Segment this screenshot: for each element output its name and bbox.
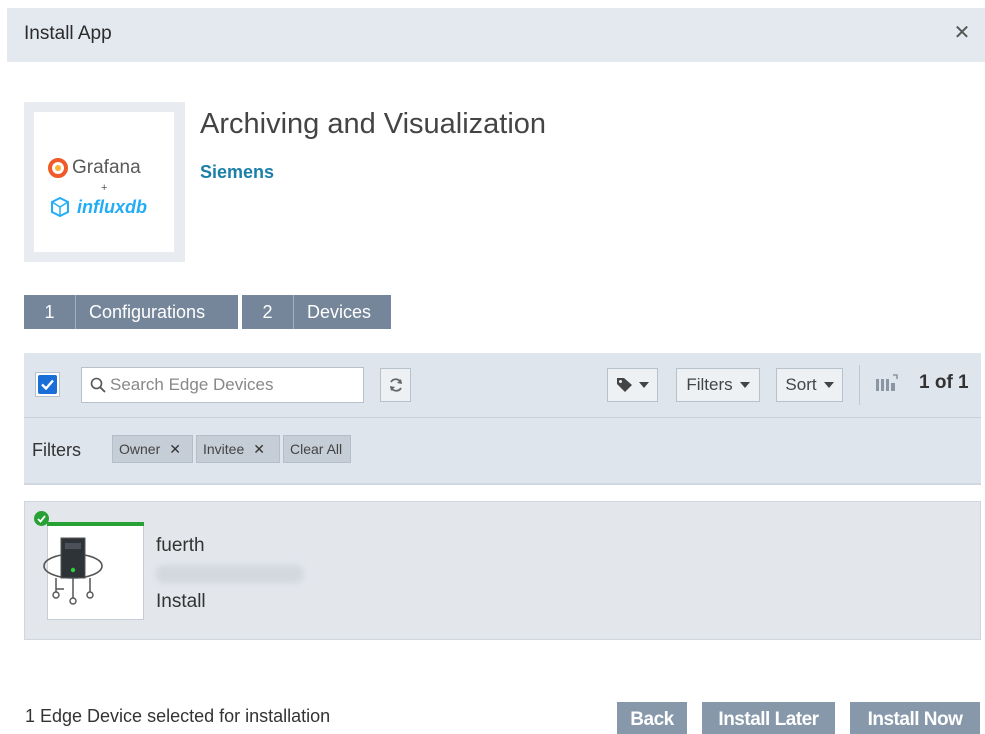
grafana-text: Grafana <box>72 157 141 178</box>
search-input[interactable] <box>110 375 350 395</box>
device-name: fuerth <box>156 535 205 556</box>
filter-chip-owner: Owner ✕ <box>112 435 193 463</box>
refresh-icon <box>389 378 402 392</box>
logo-plus: + <box>101 182 108 194</box>
back-button[interactable]: Back <box>617 702 687 734</box>
device-toolbar: Filters Sort 1 of 1 Filters Owner ✕ Invi… <box>24 353 981 485</box>
dialog-title: Install App <box>24 23 112 44</box>
influxdb-logo: influxdb <box>49 196 147 218</box>
panel-divider <box>24 417 981 418</box>
toolbar-divider <box>859 365 860 405</box>
step-label: Devices <box>307 301 372 322</box>
sort-dropdown[interactable]: Sort <box>776 368 843 402</box>
filters-label: Filters <box>686 375 733 394</box>
app-logo-image: Grafana + influxdb <box>34 112 174 252</box>
step-devices[interactable]: 2 Devices <box>242 295 391 329</box>
search-box <box>81 367 364 403</box>
app-name: Archiving and Visualization <box>200 108 547 140</box>
chevron-down-icon <box>739 382 750 388</box>
device-list-item[interactable]: fuerth Install <box>24 501 981 640</box>
select-all-checkbox[interactable] <box>35 372 60 397</box>
app-logo: Grafana + influxdb <box>24 102 185 262</box>
step-configurations[interactable]: 1 Configurations <box>24 295 238 329</box>
search-icon <box>90 377 106 393</box>
device-icon <box>34 529 112 620</box>
install-now-button[interactable]: Install Now <box>850 702 980 734</box>
install-later-button[interactable]: Install Later <box>702 702 835 734</box>
close-icon[interactable]: ✕ <box>253 441 265 458</box>
chevron-down-icon <box>823 382 834 388</box>
device-action: Install <box>156 591 206 612</box>
chevron-down-icon <box>639 382 649 388</box>
influxdb-text: influxdb <box>77 196 147 217</box>
influxdb-icon <box>51 196 69 218</box>
tag-icon <box>617 378 632 392</box>
filters-dropdown[interactable]: Filters <box>676 368 760 402</box>
status-bar <box>47 522 144 526</box>
clear-all-filters-button[interactable]: Clear All <box>283 435 351 463</box>
step-label: Configurations <box>89 301 206 322</box>
page-count: 1 of 1 <box>919 372 969 393</box>
grafana-logo: Grafana <box>47 157 141 179</box>
app-vendor-link[interactable]: Siemens <box>200 162 274 183</box>
selection-summary: 1 Edge Device selected for installation <box>25 706 331 726</box>
status-check-icon <box>34 511 49 526</box>
close-icon[interactable]: ✕ <box>952 22 972 44</box>
step-number: 2 <box>242 295 294 329</box>
close-icon[interactable]: ✕ <box>169 441 181 458</box>
sort-label: Sort <box>785 375 817 394</box>
filter-chip-invitee: Invitee ✕ <box>196 435 280 463</box>
checkmark-icon <box>38 375 57 394</box>
dialog-header: Install App ✕ <box>7 8 985 62</box>
grafana-icon <box>48 158 68 178</box>
refresh-button[interactable] <box>380 368 411 402</box>
views-icon[interactable] <box>875 374 899 397</box>
tag-dropdown[interactable] <box>607 368 658 402</box>
chip-label: Owner <box>119 441 161 457</box>
active-filters-label: Filters <box>32 440 81 460</box>
device-address-redacted <box>156 565 304 583</box>
step-number: 1 <box>24 295 76 329</box>
chip-label: Invitee <box>203 441 245 457</box>
